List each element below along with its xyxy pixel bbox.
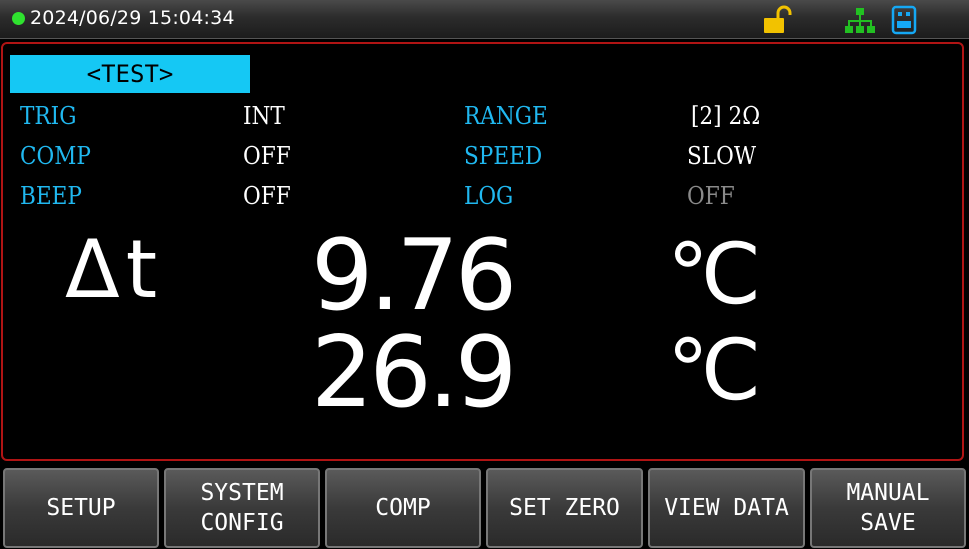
primary-reading: 9.76 xyxy=(311,219,517,333)
comp-button[interactable]: COMP xyxy=(325,468,481,548)
trig-label: TRIG xyxy=(20,102,77,130)
beep-value[interactable]: OFF xyxy=(243,182,291,210)
secondary-reading: 26.9 xyxy=(311,316,517,430)
speed-label: SPEED xyxy=(464,142,543,170)
set-zero-button[interactable]: SET ZERO xyxy=(486,468,643,548)
measurement-symbol: Δt xyxy=(65,223,164,316)
range-label: RANGE xyxy=(464,102,548,130)
secondary-unit: ℃ xyxy=(667,321,762,419)
log-value[interactable]: OFF xyxy=(687,182,735,210)
range-value[interactable]: [2] 2Ω xyxy=(691,102,760,130)
speed-value[interactable]: SLOW xyxy=(687,142,756,170)
page-tab-test[interactable]: <TEST> xyxy=(10,55,250,93)
comp-label: COMP xyxy=(20,142,91,170)
log-label: LOG xyxy=(464,182,514,210)
primary-unit: ℃ xyxy=(667,225,762,323)
usb-icon xyxy=(891,5,917,39)
softkey-bar: SETUP SYSTEM CONFIG COMP SET ZERO VIEW D… xyxy=(0,466,969,549)
comp-value[interactable]: OFF xyxy=(243,142,291,170)
status-dot xyxy=(12,12,25,25)
system-config-button[interactable]: SYSTEM CONFIG xyxy=(164,468,320,548)
status-bar: 2024/06/29 15:04:34 xyxy=(0,0,969,39)
datetime: 2024/06/29 15:04:34 xyxy=(30,7,235,29)
view-data-button[interactable]: VIEW DATA xyxy=(648,468,805,548)
network-icon xyxy=(845,5,875,39)
setup-button[interactable]: SETUP xyxy=(3,468,159,548)
beep-label: BEEP xyxy=(20,182,82,210)
measurement-panel: <TEST> TRIG INT COMP OFF BEEP OFF RANGE … xyxy=(1,42,964,461)
manual-save-button[interactable]: MANUAL SAVE xyxy=(810,468,966,548)
trig-value[interactable]: INT xyxy=(243,102,285,130)
unlock-icon[interactable] xyxy=(762,5,792,39)
